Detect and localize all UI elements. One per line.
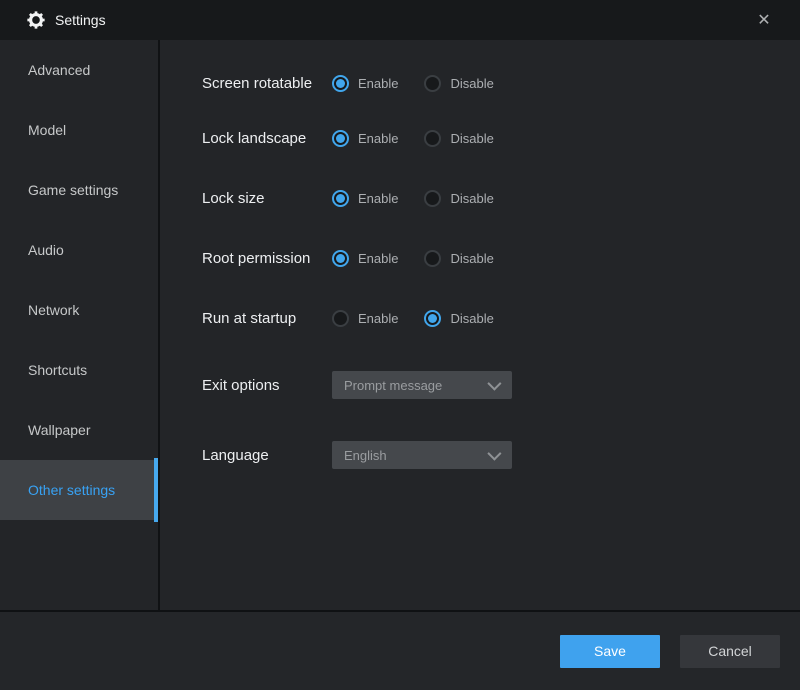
sidebar-item-advanced[interactable]: Advanced bbox=[0, 40, 158, 100]
setting-row-screen-rotatable: Screen rotatable Enable Disable bbox=[202, 69, 800, 97]
radio-enable[interactable]: Enable bbox=[332, 130, 398, 147]
sidebar-item-audio[interactable]: Audio bbox=[0, 220, 158, 280]
setting-label: Exit options bbox=[202, 377, 332, 394]
radio-icon bbox=[424, 310, 441, 327]
radio-icon bbox=[424, 75, 441, 92]
setting-label: Language bbox=[202, 447, 332, 464]
close-icon[interactable]: ✕ bbox=[742, 0, 786, 40]
title-bar: Settings ✕ bbox=[0, 0, 800, 40]
setting-label: Root permission bbox=[202, 250, 332, 267]
setting-row-lock-size: Lock size Enable Disable bbox=[202, 184, 800, 212]
radio-icon bbox=[332, 130, 349, 147]
settings-content-pane: Screen rotatable Enable Disable Lock lan… bbox=[162, 40, 800, 610]
radio-enable[interactable]: Enable bbox=[332, 75, 398, 92]
exit-options-dropdown[interactable]: Prompt message bbox=[332, 371, 512, 399]
radio-icon bbox=[424, 190, 441, 207]
settings-gear-icon bbox=[27, 11, 45, 29]
radio-disable[interactable]: Disable bbox=[424, 75, 493, 92]
settings-sidebar: Advanced Model Game settings Audio Netwo… bbox=[0, 40, 160, 610]
sidebar-item-shortcuts[interactable]: Shortcuts bbox=[0, 340, 158, 400]
sidebar-item-network[interactable]: Network bbox=[0, 280, 158, 340]
sidebar-item-wallpaper[interactable]: Wallpaper bbox=[0, 400, 158, 460]
radio-enable[interactable]: Enable bbox=[332, 250, 398, 267]
setting-row-language: Language English bbox=[202, 441, 800, 469]
cancel-button[interactable]: Cancel bbox=[680, 635, 780, 668]
radio-disable[interactable]: Disable bbox=[424, 310, 493, 327]
radio-icon bbox=[424, 130, 441, 147]
language-dropdown[interactable]: English bbox=[332, 441, 512, 469]
setting-row-run-at-startup: Run at startup Enable Disable bbox=[202, 304, 800, 332]
radio-icon bbox=[332, 75, 349, 92]
sidebar-item-model[interactable]: Model bbox=[0, 100, 158, 160]
radio-enable[interactable]: Enable bbox=[332, 310, 398, 327]
sidebar-item-other-settings[interactable]: Other settings bbox=[0, 460, 158, 520]
radio-icon bbox=[332, 310, 349, 327]
chevron-down-icon bbox=[487, 447, 501, 461]
radio-icon bbox=[424, 250, 441, 267]
setting-row-exit-options: Exit options Prompt message bbox=[202, 371, 800, 399]
setting-label: Lock size bbox=[202, 190, 332, 207]
radio-enable[interactable]: Enable bbox=[332, 190, 398, 207]
radio-disable[interactable]: Disable bbox=[424, 250, 493, 267]
save-button[interactable]: Save bbox=[560, 635, 660, 668]
setting-row-root-permission: Root permission Enable Disable bbox=[202, 244, 800, 272]
window-title: Settings bbox=[55, 12, 106, 28]
footer-bar: Save Cancel bbox=[0, 610, 800, 690]
radio-icon bbox=[332, 250, 349, 267]
setting-label: Screen rotatable bbox=[202, 75, 332, 92]
radio-disable[interactable]: Disable bbox=[424, 130, 493, 147]
selection-bar bbox=[154, 458, 158, 522]
radio-icon bbox=[332, 190, 349, 207]
sidebar-item-game-settings[interactable]: Game settings bbox=[0, 160, 158, 220]
setting-label: Lock landscape bbox=[202, 130, 332, 147]
radio-disable[interactable]: Disable bbox=[424, 190, 493, 207]
setting-row-lock-landscape: Lock landscape Enable Disable bbox=[202, 124, 800, 152]
chevron-down-icon bbox=[487, 377, 501, 391]
setting-label: Run at startup bbox=[202, 310, 332, 327]
